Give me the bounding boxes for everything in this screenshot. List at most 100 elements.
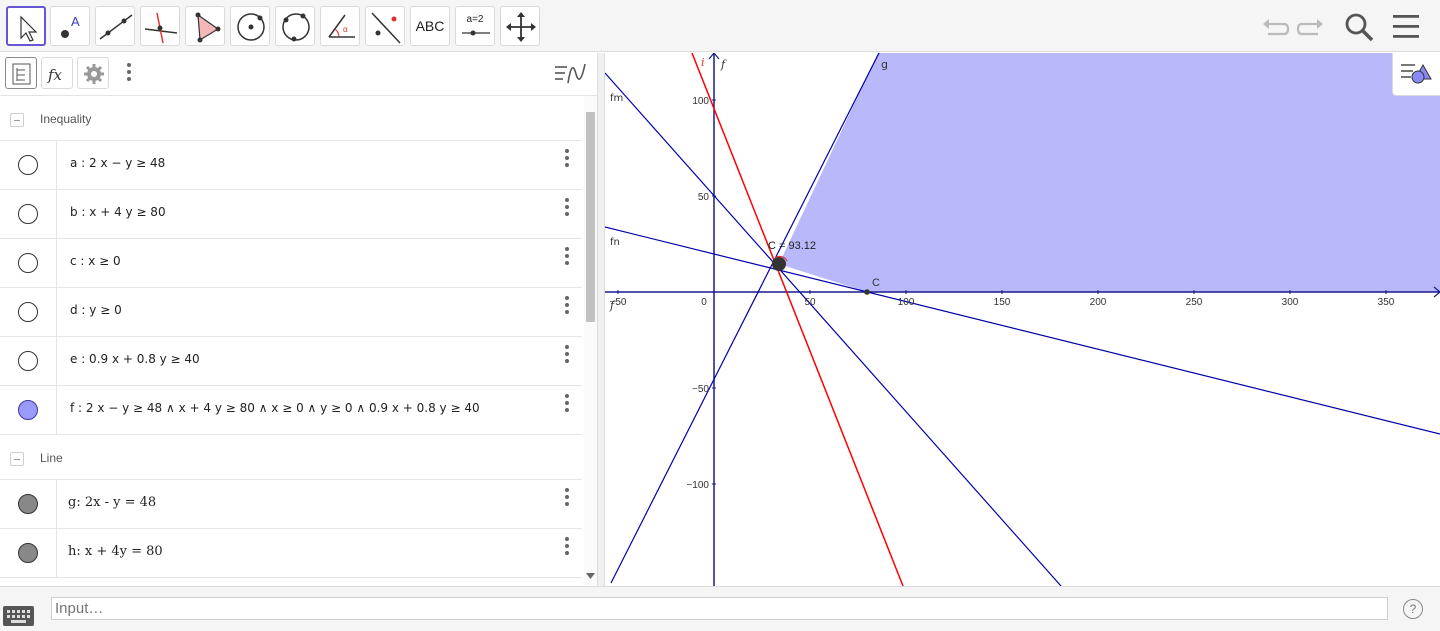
collapse-toggle[interactable] (10, 452, 24, 466)
redo-icon[interactable] (1294, 10, 1328, 44)
svg-text:A: A (71, 14, 80, 29)
move-graphics-tool[interactable] (500, 6, 540, 46)
line-g[interactable] (610, 53, 881, 584)
x-tick-label: 250 (1186, 297, 1203, 308)
graphics-style-button[interactable] (1392, 53, 1440, 96)
point-tool[interactable]: A (50, 6, 90, 46)
marker-cell (0, 190, 57, 238)
value-label: C = 93.12 (768, 240, 816, 252)
algebra-view-button[interactable] (5, 57, 37, 89)
svg-text:fx: fx (47, 66, 63, 84)
optimum-point[interactable] (772, 257, 786, 271)
slider-icon (462, 30, 490, 36)
list-item[interactable]: g: 2x - y = 48 (0, 480, 582, 529)
more-options-icon[interactable] (562, 198, 572, 218)
undo-icon[interactable] (1258, 10, 1292, 44)
label-f: f (720, 58, 727, 71)
more-options-icon[interactable] (562, 394, 572, 414)
x-tick-label: 350 (1378, 297, 1395, 308)
angle-tool[interactable]: α (320, 6, 360, 46)
label-g: g (881, 58, 888, 71)
more-options-icon[interactable] (562, 537, 572, 557)
more-options-icon[interactable] (562, 296, 572, 316)
x-tick-label: 150 (994, 297, 1011, 308)
keyboard-icon[interactable] (3, 606, 34, 626)
expression: d : y ≥ 0 (70, 303, 122, 317)
x-tick-label: 100 (898, 297, 915, 308)
polygon-tool[interactable] (185, 6, 225, 46)
circle-icon (237, 13, 265, 41)
sort-icon[interactable] (552, 60, 588, 88)
text-tool[interactable]: ABC (410, 6, 450, 46)
circle-center-point-tool[interactable] (230, 6, 270, 46)
point-c[interactable] (864, 289, 870, 295)
gear-icon (84, 64, 104, 84)
circle-three-points-icon (282, 13, 310, 42)
x-tick-label: 300 (1282, 297, 1299, 308)
list-item[interactable]: d : y ≥ 0 (0, 288, 582, 337)
visibility-toggle[interactable] (18, 155, 38, 175)
more-options-icon[interactable] (562, 488, 572, 508)
visibility-toggle[interactable] (18, 351, 38, 371)
algebra-header: fx (0, 53, 597, 96)
y-tick-label: −50 (692, 384, 709, 395)
more-options-icon[interactable] (562, 345, 572, 365)
move-arrows-icon (506, 12, 536, 42)
slider-tool[interactable]: a=2 (455, 6, 495, 46)
view-divider[interactable] (597, 53, 605, 586)
scroll-down-icon[interactable] (586, 573, 595, 579)
input-field[interactable] (51, 597, 1388, 620)
input-bar: ? (0, 586, 1440, 631)
expression: e : 0.9 x + 0.8 y ≥ 40 (70, 352, 200, 366)
more-options-icon[interactable] (124, 63, 134, 84)
marker-cell (0, 337, 57, 385)
list-item[interactable]: e : 0.9 x + 0.8 y ≥ 40 (0, 337, 582, 386)
help-icon[interactable]: ? (1403, 599, 1423, 619)
visibility-toggle[interactable] (18, 253, 38, 273)
svg-text:α: α (343, 25, 348, 34)
marker-cell (0, 480, 57, 528)
visibility-toggle[interactable] (18, 302, 38, 322)
cursor-icon (20, 15, 38, 42)
collapse-toggle[interactable] (10, 113, 24, 127)
settings-button[interactable] (77, 57, 109, 89)
list-item[interactable]: a : 2 x − y ≥ 48 (0, 141, 582, 190)
circle-three-points-tool[interactable] (275, 6, 315, 46)
expression: c : x ≥ 0 (70, 254, 121, 268)
line-icon (99, 14, 133, 40)
list-item[interactable]: b : x + 4 y ≥ 80 (0, 190, 582, 239)
point-icon: A (61, 14, 80, 38)
menu-icon[interactable] (1390, 10, 1424, 44)
list-item[interactable]: c : x ≥ 0 (0, 239, 582, 288)
list-item[interactable]: h: x + 4y = 80 (0, 529, 582, 578)
move-tool[interactable] (6, 6, 46, 46)
group-inequality: Inequality (0, 96, 582, 141)
visibility-toggle[interactable] (18, 400, 38, 420)
graphics-canvas[interactable]: −50 0 50 100 150 200 250 300 350 10050−50−100 i … (605, 53, 1440, 586)
more-options-icon[interactable] (562, 247, 572, 267)
algebra-view-icon (12, 63, 31, 85)
more-options-icon[interactable] (562, 149, 572, 169)
group-label: Line (40, 451, 63, 465)
visibility-toggle[interactable] (18, 494, 38, 514)
visibility-toggle[interactable] (18, 543, 38, 563)
style-bar-icon (1401, 63, 1432, 84)
perpendicular-line-tool[interactable] (140, 6, 180, 46)
point-c-label: C (872, 277, 880, 289)
feasible-region (779, 53, 1440, 292)
marker-cell (0, 529, 57, 577)
graphics-view[interactable]: −50 0 50 100 150 200 250 300 350 100 50 −50 −100 i … (605, 53, 1440, 586)
group-line: Line (0, 435, 582, 480)
list-item[interactable]: f : 2 x − y ≥ 48 ∧ x + 4 y ≥ 80 ∧ x ≥ 0 … (0, 386, 582, 435)
reflect-tool[interactable] (365, 6, 405, 46)
line-tool[interactable] (95, 6, 135, 46)
perpendicular-icon (144, 12, 178, 44)
search-icon[interactable] (1342, 10, 1376, 44)
scrollbar-thumb[interactable] (586, 112, 595, 322)
visibility-toggle[interactable] (18, 204, 38, 224)
marker-cell (0, 141, 57, 189)
marker-cell (0, 288, 57, 336)
expression: b : x + 4 y ≥ 80 (70, 205, 166, 219)
angle-icon: α (328, 14, 355, 38)
fx-button[interactable]: fx (41, 57, 73, 89)
